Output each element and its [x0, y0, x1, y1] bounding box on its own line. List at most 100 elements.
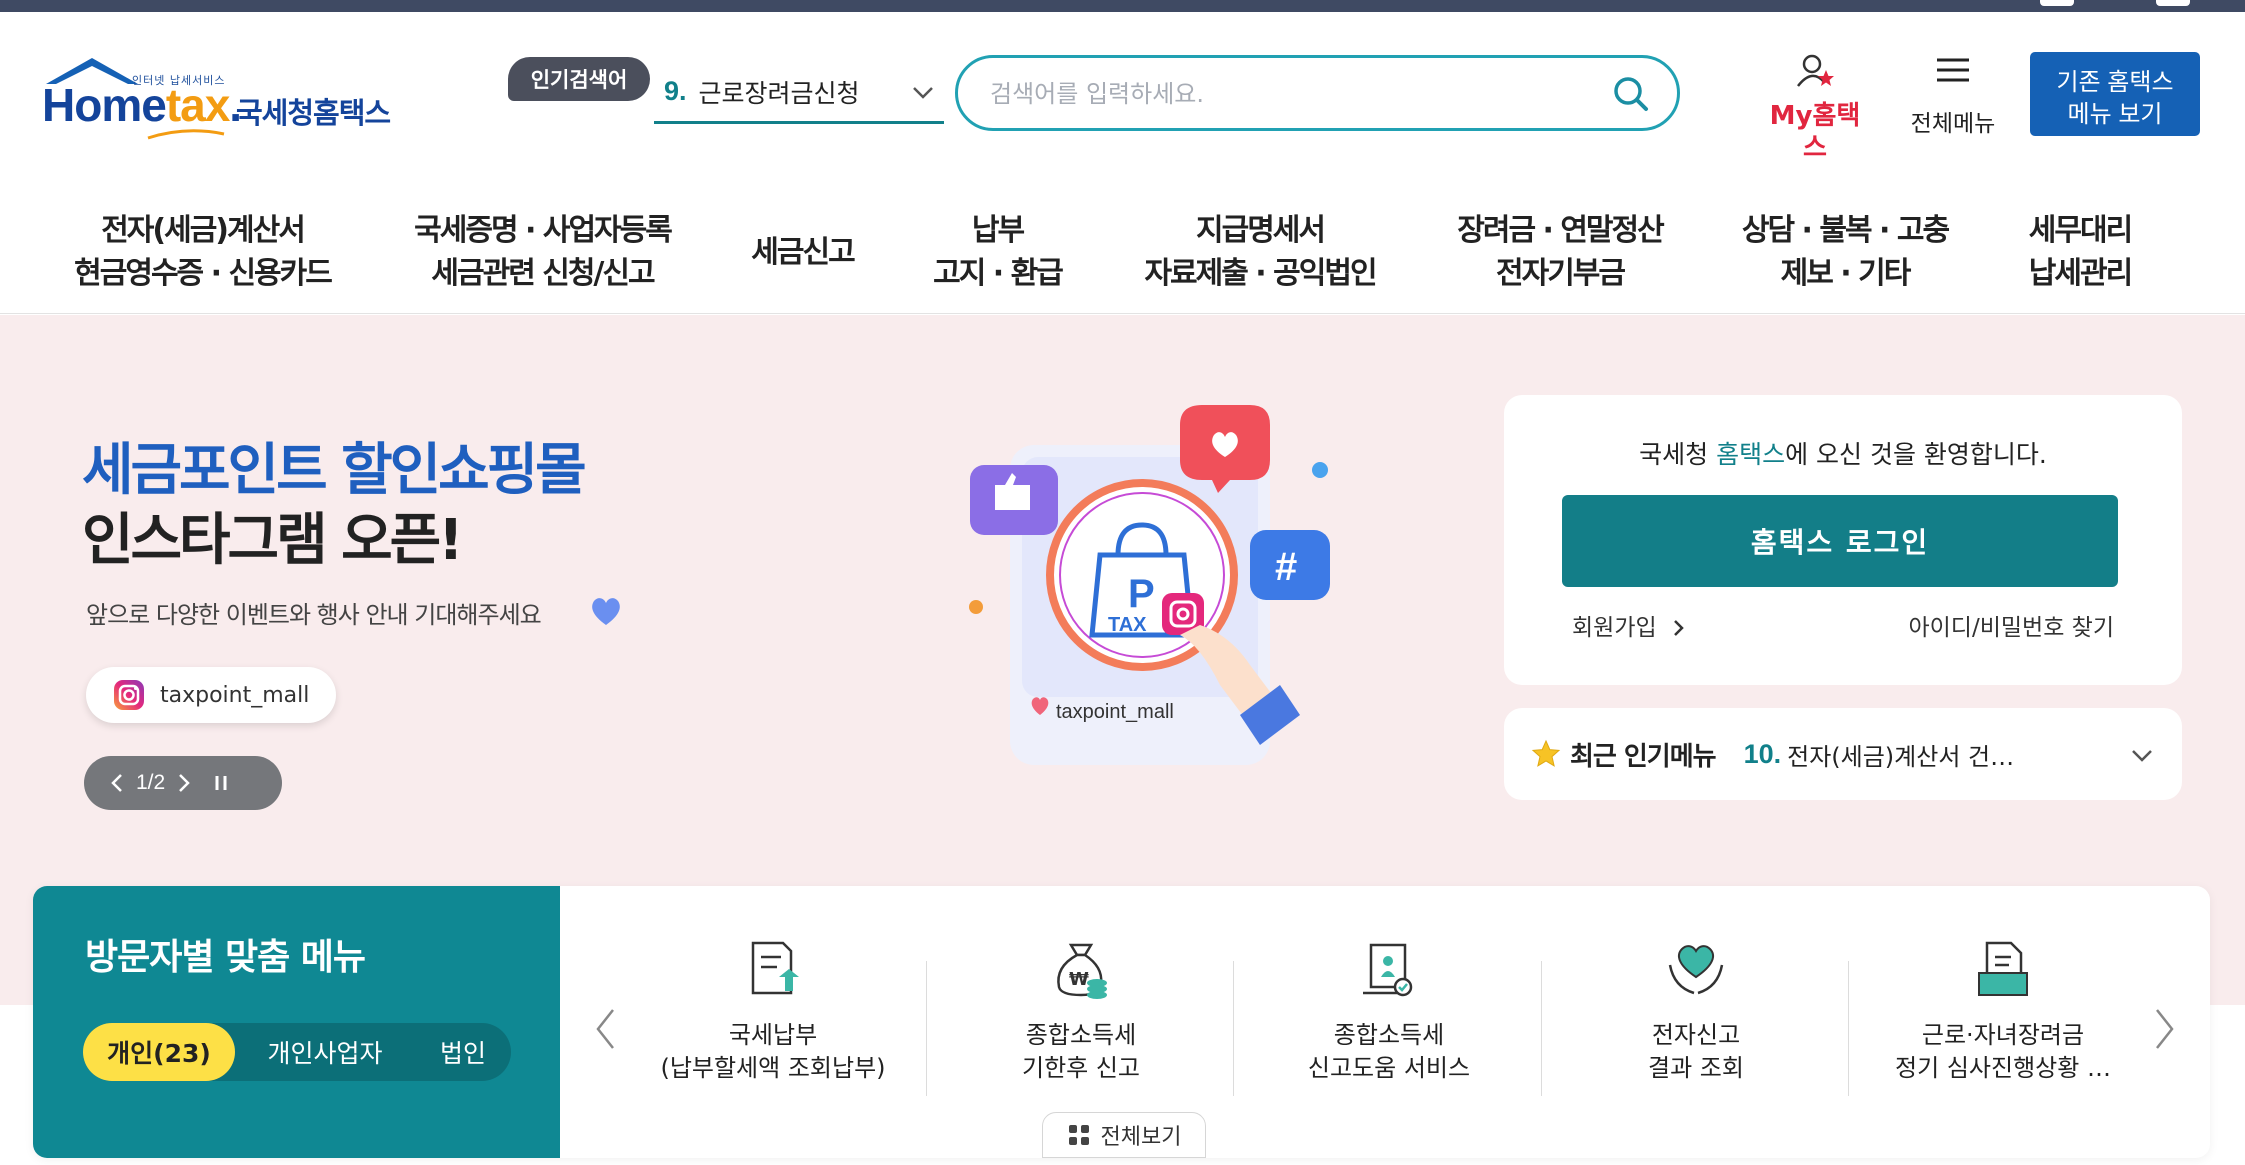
- my-hometax-button[interactable]: My홈택스: [1760, 52, 1870, 164]
- logo-korean-name: 국세청홈택스: [236, 96, 391, 130]
- tab-individual[interactable]: 개인(23): [83, 1023, 235, 1081]
- recent-menu-rank: 10.: [1743, 738, 1782, 769]
- old-hometax-menu-button[interactable]: 기존 홈택스 메뉴 보기: [2030, 52, 2200, 136]
- global-navigation: 전자(세금)계산서 현금영수증 · 신용카드 국세증명 · 사업자등록 세금관련…: [0, 190, 2245, 314]
- gnb-item-tax-filing[interactable]: 세금신고: [725, 190, 880, 314]
- top-bar: [0, 0, 2245, 12]
- view-all-button[interactable]: 전체보기: [1042, 1112, 1206, 1158]
- illus-tax-label: TAX: [1108, 614, 1147, 636]
- top-bar-button[interactable]: [2156, 0, 2190, 6]
- all-menu-label: 전체메뉴: [1910, 111, 1996, 137]
- heart-icon: [592, 598, 620, 625]
- instagram-icon: [114, 680, 144, 710]
- quick-item-sublabel: (납부할세액 조회납부): [660, 1054, 886, 1082]
- next-slide-icon[interactable]: [177, 772, 191, 794]
- visitor-menu-title: 방문자별 맞춤 메뉴: [85, 937, 366, 978]
- gnb-item-consultation[interactable]: 상담 · 불복 · 고충 제보 · 기타: [1715, 190, 1975, 314]
- hero-title-line2[interactable]: 인스타그램 오픈!: [82, 495, 464, 576]
- quick-item-sublabel: 기한후 신고: [1021, 1054, 1141, 1082]
- old-hometax-line1: 기존 홈택스: [2056, 69, 2174, 96]
- hero-subtitle: 앞으로 다양한 이벤트와 행사 안내 기대해주세요: [86, 601, 542, 629]
- divider: [926, 961, 927, 1096]
- quick-item-label: 종합소득세: [1025, 1021, 1137, 1049]
- tab-sole-proprietor[interactable]: 개인사업자: [235, 1023, 415, 1081]
- popular-search-badge: 인기검색어: [508, 57, 650, 101]
- pause-icon[interactable]: [213, 772, 229, 794]
- star-icon: [1531, 739, 1561, 767]
- recent-menu-label: 최근 인기메뉴: [1570, 741, 1717, 772]
- quick-item-label: 국세납부: [728, 1021, 818, 1049]
- quick-item-sublabel: 정기 심사진행상황 …: [1895, 1054, 2111, 1082]
- hamburger-menu-icon: [1937, 58, 1969, 82]
- carousel-next-icon[interactable]: [2151, 1006, 2177, 1052]
- gnb-item-payment[interactable]: 납부 고지 · 환급: [905, 190, 1090, 314]
- all-menu-button[interactable]: 전체메뉴: [1898, 52, 2008, 138]
- tab-corporation[interactable]: 법인: [415, 1023, 511, 1081]
- hero-illustration: P TAX # taxpoint_mall: [950, 385, 1350, 805]
- quick-item-tax-payment[interactable]: 국세납부 (납부할세액 조회납부): [623, 931, 923, 1085]
- quick-item-sublabel: 신고도움 서비스: [1307, 1054, 1471, 1082]
- logo-wordmark: Hometax.: [42, 79, 242, 131]
- gnb-item-incentives[interactable]: 장려금 · 연말정산 전자기부금: [1430, 190, 1690, 314]
- quick-item-e-filing-result[interactable]: 전자신고 결과 조회: [1546, 931, 1846, 1085]
- quick-item-filing-help[interactable]: 종합소득세 신고도움 서비스: [1239, 931, 1539, 1085]
- money-bag-icon: ₩: [1057, 943, 1107, 999]
- illus-account-label: taxpoint_mall: [1056, 701, 1174, 723]
- instagram-account-link[interactable]: taxpoint_mall: [86, 667, 336, 723]
- join-label: 회원가입: [1572, 615, 1657, 641]
- document-icon: [1978, 941, 2028, 996]
- gnb-item-tax-agent[interactable]: 세무대리 납세관리: [2000, 190, 2160, 314]
- banner-page-count: 1/2: [136, 771, 166, 794]
- search-input[interactable]: [990, 74, 1550, 114]
- user-star-icon: [1797, 54, 1834, 87]
- divider: [1233, 961, 1234, 1096]
- popular-search-term: 근로장려금신청: [698, 78, 860, 108]
- view-all-label: 전체보기: [1100, 1125, 1182, 1150]
- tax-payment-icon: [751, 941, 799, 995]
- gnb-item-payment-statement[interactable]: 지급명세서 자료제출 · 공익법인: [1110, 190, 1410, 314]
- find-id-password-link[interactable]: 아이디/비밀번호 찾기: [1908, 608, 2114, 642]
- search-icon[interactable]: [1611, 74, 1651, 114]
- popular-search-dropdown[interactable]: 9. 근로장려금신청: [654, 62, 944, 124]
- old-hometax-line2: 메뉴 보기: [2067, 101, 2163, 128]
- search-box: [955, 55, 1680, 131]
- hero-title[interactable]: 세금포인트 할인쇼핑몰: [82, 425, 587, 506]
- instagram-account-name: taxpoint_mall: [160, 682, 310, 708]
- chevron-down-icon[interactable]: [2130, 746, 2154, 764]
- gnb-item-e-invoice[interactable]: 전자(세금)계산서 현금영수증 · 신용카드: [50, 190, 355, 314]
- visitor-menu-panel: 방문자별 맞춤 메뉴 개인(23) 개인사업자 법인: [33, 886, 560, 1158]
- illus-p-label: P: [1128, 572, 1155, 616]
- login-card: 국세청 홈택스에 오신 것을 환영합니다. 홈택스 로그인 회원가입 아이디/비…: [1504, 395, 2182, 685]
- svg-text:#: #: [1275, 545, 1297, 589]
- top-bar-button[interactable]: [2040, 0, 2074, 6]
- instagram-shopping-illustration: P TAX # taxpoint_mall: [969, 405, 1330, 765]
- chevron-right-icon: [1674, 620, 1684, 636]
- visitor-tabs: 개인(23) 개인사업자 법인: [83, 1023, 511, 1081]
- recent-popular-menu[interactable]: 최근 인기메뉴 10. 전자(세금)계산서 건…: [1504, 708, 2182, 800]
- hometax-logo[interactable]: 인터넷 납세서비스 Hometax. 국세청홈택스: [36, 48, 406, 148]
- my-hometax-label: My홈택스: [1769, 101, 1861, 163]
- svg-text:₩: ₩: [1069, 969, 1089, 990]
- banner-pager: 1/2: [84, 756, 282, 810]
- welcome-message: 국세청 홈택스에 오신 것을 환영합니다.: [1639, 440, 2047, 469]
- popular-search-rank: 9.: [664, 76, 687, 106]
- login-button[interactable]: 홈택스 로그인: [1562, 495, 2118, 587]
- divider: [1541, 961, 1542, 1096]
- gnb-item-certificates[interactable]: 국세증명 · 사업자등록 세금관련 신청/신고: [385, 190, 700, 314]
- quick-item-incentive-review[interactable]: 근로·자녀장려금 정기 심사진행상황 …: [1853, 931, 2153, 1085]
- prev-slide-icon[interactable]: [110, 772, 124, 794]
- quick-item-sublabel: 결과 조회: [1648, 1054, 1744, 1082]
- quick-item-label: 근로·자녀장려금: [1921, 1021, 2085, 1049]
- heart-hands-icon: [1668, 945, 1724, 995]
- logo-swoosh-icon: [147, 129, 225, 140]
- divider: [1848, 961, 1849, 1096]
- quick-item-label: 전자신고: [1651, 1021, 1741, 1049]
- recent-menu-text: 전자(세금)계산서 건…: [1787, 742, 2015, 771]
- chevron-down-icon: [913, 87, 933, 99]
- quick-item-late-filing[interactable]: ₩ 종합소득세 기한후 신고: [931, 931, 1231, 1085]
- carousel-prev-icon[interactable]: [593, 1006, 619, 1052]
- tax-help-icon: [1363, 943, 1413, 997]
- grid-icon: [1068, 1125, 1089, 1145]
- quick-item-label: 종합소득세: [1333, 1021, 1445, 1049]
- join-link[interactable]: 회원가입: [1572, 608, 1686, 642]
